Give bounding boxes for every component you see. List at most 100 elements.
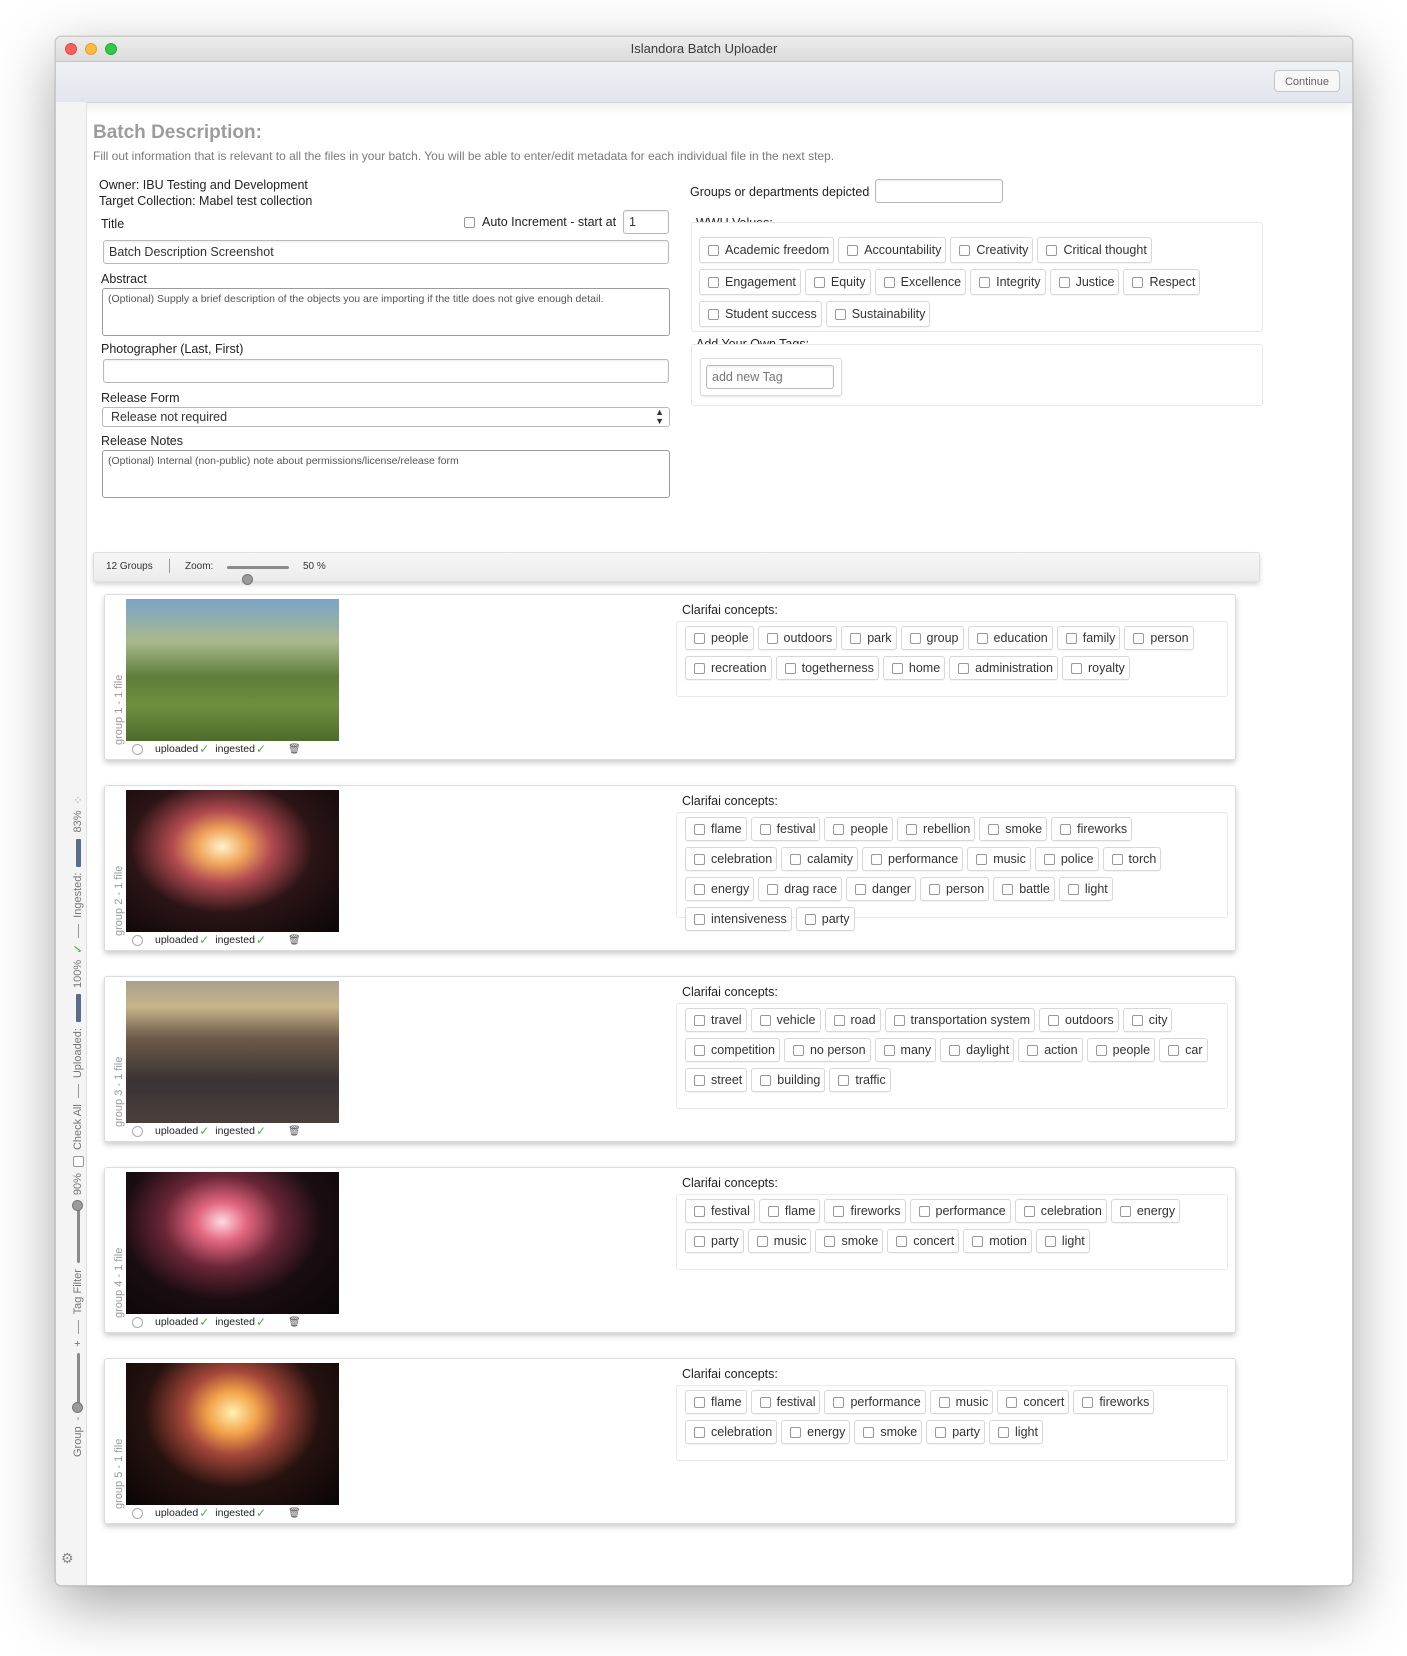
concept-checkbox[interactable] [694,1426,705,1438]
concept-tag[interactable]: party [795,907,855,931]
wwu-value-checkbox[interactable] [883,276,895,288]
concept-tag[interactable]: family [1056,626,1121,650]
title-input[interactable]: Batch Description Screenshot [103,240,669,264]
concept-checkbox[interactable] [863,1426,875,1438]
select-radio[interactable] [132,743,143,755]
concept-checkbox[interactable] [938,1396,950,1408]
release-form-select[interactable]: Release not required ▲ ▼ [102,407,670,427]
wwu-value-tag[interactable]: Justice [1049,269,1120,295]
concept-checkbox[interactable] [694,823,705,835]
concept-tag[interactable]: administration [949,656,1058,680]
concept-checkbox[interactable] [998,1426,1010,1438]
concept-checkbox[interactable] [694,1396,705,1408]
concept-tag[interactable]: torch [1102,847,1162,871]
concept-checkbox[interactable] [694,1044,705,1056]
wwu-value-tag[interactable]: Accountability [838,237,947,263]
wwu-value-checkbox[interactable] [1058,276,1070,288]
concept-checkbox[interactable] [976,853,988,865]
minimize-window-button[interactable] [85,43,97,55]
concept-tag[interactable]: royalty [1061,656,1130,680]
group-thumbnail[interactable] [126,1363,339,1505]
concept-checkbox[interactable] [1119,1205,1131,1217]
group-thumbnail[interactable] [126,599,339,741]
concept-tag[interactable]: festival [685,1199,755,1223]
concept-checkbox[interactable] [891,662,903,674]
concept-tag[interactable]: park [841,626,897,650]
concept-tag[interactable]: group [900,626,964,650]
group-minus-button[interactable]: - [72,1417,84,1421]
concept-checkbox[interactable] [694,1235,705,1247]
wwu-value-tag[interactable]: Critical thought [1037,237,1152,263]
concept-checkbox[interactable] [760,1074,772,1086]
concept-tag[interactable]: light [1058,877,1113,901]
select-radio[interactable] [132,934,143,946]
concept-checkbox[interactable] [833,1205,845,1217]
concept-tag[interactable]: travel [685,1008,747,1032]
concept-checkbox[interactable] [909,632,921,644]
concept-checkbox[interactable] [792,1044,804,1056]
concept-tag[interactable]: music [967,847,1031,871]
concept-tag[interactable]: outdoors [1039,1008,1119,1032]
concept-tag[interactable]: fireworks [1051,817,1133,841]
wwu-value-tag[interactable]: Excellence [874,269,967,295]
concept-tag[interactable]: performance [909,1199,1011,1223]
concept-tag[interactable]: flame [685,1390,747,1414]
concept-checkbox[interactable] [790,853,802,865]
concept-checkbox[interactable] [1065,632,1077,644]
concept-checkbox[interactable] [694,1074,705,1086]
concept-checkbox[interactable] [694,913,705,925]
concept-tag[interactable]: performance [862,847,964,871]
trash-icon[interactable]: 🗑 [288,1126,301,1137]
wwu-value-checkbox[interactable] [708,244,719,256]
concept-checkbox[interactable] [918,1205,930,1217]
add-tag-input[interactable]: add new Tag [706,365,834,389]
concept-tag[interactable]: person [919,877,990,901]
concept-checkbox[interactable] [988,823,1000,835]
release-notes-textarea[interactable]: (Optional) Internal (non-public) note ab… [102,450,670,498]
concept-tag[interactable]: celebration [1014,1199,1107,1223]
check-all-checkbox[interactable] [72,1156,84,1168]
wwu-value-tag[interactable]: Integrity [970,269,1046,295]
concept-tag[interactable]: energy [781,1420,851,1444]
trash-icon[interactable]: 🗑 [288,935,301,946]
concept-tag[interactable]: calamity [781,847,858,871]
wwu-value-tag[interactable]: Student success [699,301,822,327]
concept-checkbox[interactable] [694,1014,705,1026]
concept-checkbox[interactable] [694,662,705,674]
group-slider-knob[interactable] [71,1401,83,1413]
concept-checkbox[interactable] [759,1396,771,1408]
concept-checkbox[interactable] [883,1044,895,1056]
concept-tag[interactable]: traffic [829,1068,891,1092]
concept-tag[interactable]: people [1086,1038,1156,1062]
concept-checkbox[interactable] [767,1205,779,1217]
concept-tag[interactable]: light [1035,1229,1090,1253]
wwu-value-tag[interactable]: Creativity [950,237,1034,263]
wwu-value-checkbox[interactable] [708,276,719,288]
concept-checkbox[interactable] [1044,1235,1056,1247]
concept-tag[interactable]: flame [758,1199,821,1223]
zoom-slider-knob[interactable] [242,574,253,585]
concept-tag[interactable]: festival [750,1390,821,1414]
concept-checkbox[interactable] [1111,853,1123,865]
wwu-value-checkbox[interactable] [813,276,825,288]
concept-tag[interactable]: concert [887,1229,960,1253]
concept-tag[interactable]: person [1124,626,1194,650]
concept-checkbox[interactable] [694,883,705,895]
select-radio[interactable] [132,1125,143,1137]
wwu-value-checkbox[interactable] [847,244,859,256]
concept-tag[interactable]: concert [997,1390,1070,1414]
concept-checkbox[interactable] [1060,823,1072,835]
concept-checkbox[interactable] [1070,662,1082,674]
concept-checkbox[interactable] [1133,632,1145,644]
concept-tag[interactable]: music [929,1390,994,1414]
concept-tag[interactable]: home [882,656,946,680]
concept-tag[interactable]: music [747,1229,812,1253]
concept-tag[interactable]: vehicle [750,1008,821,1032]
wwu-value-tag[interactable]: Respect [1123,269,1201,295]
concept-tag[interactable]: togetherness [775,656,879,680]
concept-checkbox[interactable] [790,1426,802,1438]
concept-checkbox[interactable] [893,1014,905,1026]
concept-checkbox[interactable] [766,632,778,644]
concept-tag[interactable]: intensiveness [685,907,792,931]
groups-departments-input[interactable] [875,179,1003,203]
